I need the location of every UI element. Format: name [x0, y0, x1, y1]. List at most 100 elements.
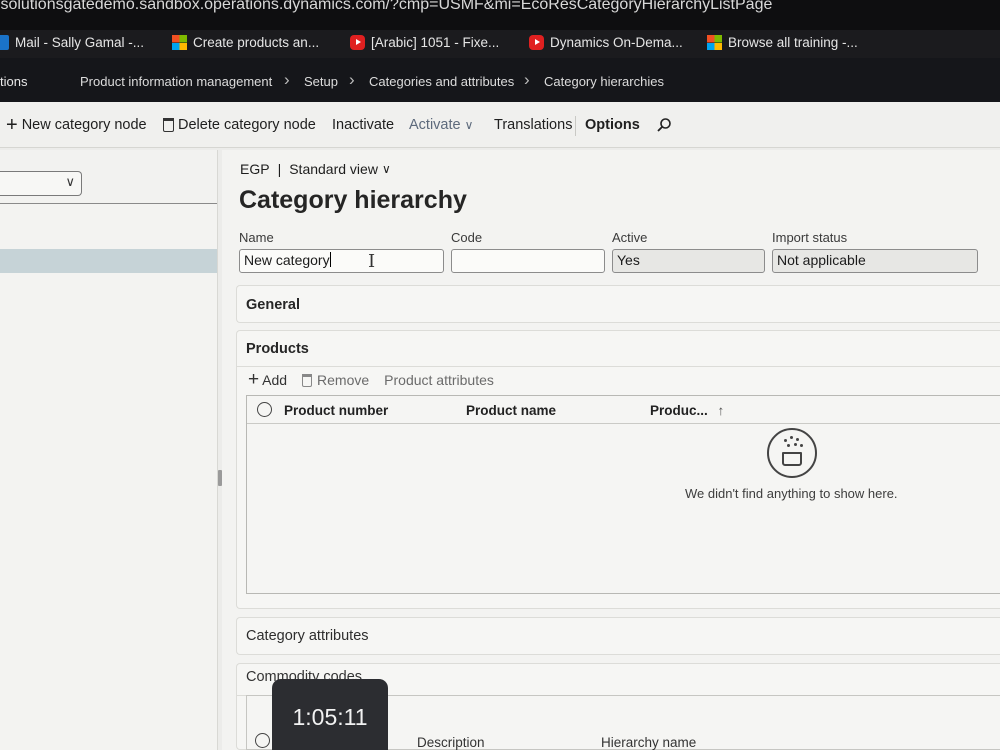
name-label: Name — [239, 230, 274, 245]
name-value: New category — [244, 252, 330, 268]
chevron-down-icon: ∨ — [464, 118, 474, 132]
bookmark-arabic-1051[interactable]: [Arabic] 1051 - Fixe... — [350, 35, 499, 50]
inactivate-label: Inactivate — [332, 117, 395, 133]
bookmark-label: Create products an... — [193, 35, 320, 50]
page-title: Category hierarchy — [239, 186, 467, 214]
youtube-icon — [529, 35, 544, 50]
inactivate-button[interactable]: Inactivate — [332, 117, 394, 133]
category-attributes-section[interactable]: Category attributes — [236, 617, 1000, 655]
view-separator: | — [277, 161, 282, 177]
active-value: Yes — [617, 252, 640, 268]
outlook-icon — [0, 35, 9, 50]
bookmark-label: [Arabic] 1051 - Fixe... — [371, 35, 500, 50]
select-all-radio[interactable] — [257, 402, 272, 417]
view-selector-line: EGP | Standard view ∨ — [240, 161, 391, 177]
ibeam-cursor-icon: I — [368, 251, 376, 272]
general-section[interactable]: General — [236, 285, 1000, 323]
category-tree[interactable] — [0, 203, 217, 750]
empty-state-message: We didn't find anything to show here. — [685, 486, 898, 501]
category-attributes-title: Category attributes — [246, 628, 369, 644]
address-bar[interactable]: /solutionsgatedemo.sandbox.operations.dy… — [0, 0, 1000, 30]
url-text[interactable]: /solutionsgatedemo.sandbox.operations.dy… — [0, 0, 772, 14]
breadcrumb-categories-attributes[interactable]: Categories and attributes — [369, 74, 514, 89]
options-tab[interactable]: Options — [585, 117, 640, 133]
breadcrumb-setup[interactable]: Setup — [304, 74, 338, 89]
new-category-node-button[interactable]: + New category node — [6, 114, 147, 136]
main-content: EGP | Standard view ∨ Category hierarchy… — [222, 150, 1000, 750]
products-grid-header: Product number Product name Produc... ↑ — [247, 396, 1000, 424]
bookmark-label: Browse all training -... — [728, 35, 858, 50]
recording-timer: 1:05:11 — [272, 679, 388, 750]
import-status-value: Not applicable — [777, 252, 866, 268]
app-name[interactable]: tions — [0, 74, 27, 89]
breadcrumb-pim[interactable]: Product information management — [80, 74, 272, 89]
active-field[interactable]: Yes — [612, 249, 765, 273]
products-section-title[interactable]: Products — [246, 341, 309, 357]
chevron-down-icon: ∨ — [381, 162, 391, 176]
delete-category-node-label: Delete category node — [178, 117, 316, 133]
column-hierarchy-name[interactable]: Hierarchy name — [601, 735, 696, 750]
chevron-down-icon: ∨ — [65, 174, 75, 189]
hierarchy-dropdown[interactable]: ∨ — [0, 171, 82, 196]
products-toolbar: + Add Remove Product attributes — [248, 369, 494, 390]
bookmark-label: Dynamics On-Dema... — [550, 35, 683, 50]
breadcrumb-category-hierarchies[interactable]: Category hierarchies — [544, 74, 664, 89]
action-pane: + New category node Delete category node… — [0, 102, 1000, 148]
delete-category-node-button[interactable]: Delete category node — [163, 117, 316, 133]
section-divider — [237, 366, 1000, 367]
column-product-truncated-label: Produc... — [650, 403, 708, 418]
text-caret — [329, 252, 331, 267]
add-product-button[interactable]: + Add — [248, 369, 288, 390]
products-grid: Product number Product name Produc... ↑ … — [246, 395, 1000, 594]
bookmark-create-products[interactable]: Create products an... — [172, 35, 319, 50]
code-label: Code — [451, 230, 483, 245]
bookmark-browse-training[interactable]: Browse all training -... — [707, 35, 858, 50]
options-label: Options — [585, 117, 640, 133]
translations-button[interactable]: Translations — [494, 117, 572, 133]
chevron-right-icon: › — [349, 70, 355, 89]
trash-icon — [163, 118, 174, 132]
search-icon — [657, 118, 671, 132]
general-section-title: General — [246, 297, 300, 313]
translations-label: Translations — [494, 117, 573, 133]
activate-button[interactable]: Activate ∨ — [409, 117, 473, 133]
trash-icon — [302, 373, 313, 387]
commodity-select-all-radio[interactable] — [255, 733, 270, 748]
youtube-icon — [350, 35, 365, 50]
empty-box-icon — [767, 428, 817, 478]
hierarchy-tree-pane: ∨ — [0, 150, 218, 750]
code-field[interactable] — [451, 249, 605, 273]
view-label: Standard view — [289, 161, 378, 177]
search-button[interactable] — [656, 117, 672, 133]
new-category-node-label: New category node — [21, 117, 147, 133]
column-product-number[interactable]: Product number — [284, 403, 388, 418]
column-product-name[interactable]: Product name — [466, 403, 556, 418]
app-navbar: tions Product information management › S… — [0, 58, 1000, 102]
selected-tree-node[interactable] — [0, 249, 217, 273]
plus-icon: + — [248, 369, 260, 390]
active-label: Active — [612, 230, 648, 245]
chevron-right-icon: › — [524, 70, 530, 89]
microsoft-icon — [172, 35, 187, 50]
plus-icon: + — [6, 114, 18, 136]
company-code: EGP — [240, 161, 270, 177]
sort-ascending-icon: ↑ — [717, 403, 725, 418]
product-attributes-button[interactable]: Product attributes — [384, 372, 494, 388]
chevron-right-icon: › — [284, 70, 290, 89]
standard-view-selector[interactable]: Standard view ∨ — [289, 161, 391, 177]
bookmark-dynamics-on-demand[interactable]: Dynamics On-Dema... — [529, 35, 683, 50]
bookmarks-bar: Mail - Sally Gamal -... Create products … — [0, 30, 1000, 58]
bookmark-label: Mail - Sally Gamal -... — [15, 35, 145, 50]
column-description[interactable]: Description — [417, 735, 485, 750]
remove-label: Remove — [317, 372, 370, 388]
name-field[interactable]: New category — [239, 249, 444, 273]
activate-label: Activate — [409, 117, 461, 133]
microsoft-icon — [707, 35, 722, 50]
column-product-truncated[interactable]: Produc... ↑ — [650, 403, 724, 418]
remove-product-button[interactable]: Remove — [302, 372, 369, 388]
add-label: Add — [262, 372, 288, 388]
bookmark-mail[interactable]: Mail - Sally Gamal -... — [0, 35, 144, 50]
import-status-label: Import status — [772, 230, 848, 245]
toolbar-divider — [575, 116, 576, 136]
import-status-field[interactable]: Not applicable — [772, 249, 978, 273]
